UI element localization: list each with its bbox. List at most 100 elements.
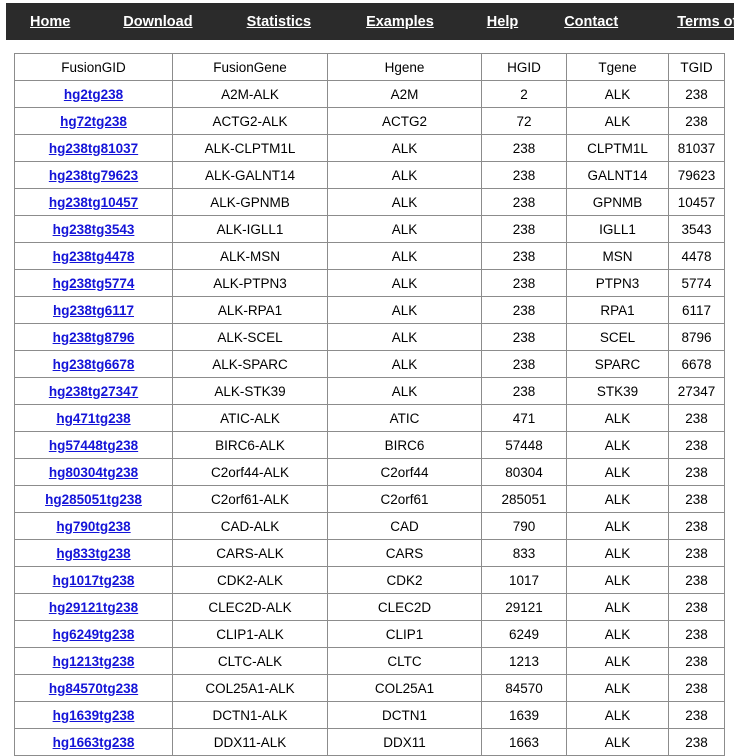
cell-tgid: 238 (668, 458, 725, 486)
cell-fusiongene: ALK-RPA1 (172, 296, 328, 324)
cell-hgene: ALK (327, 377, 482, 405)
cell-fusiongene: ATIC-ALK (172, 404, 328, 432)
fusiongid-link[interactable]: hg1639tg238 (53, 708, 135, 723)
cell-hgid: 29121 (481, 593, 567, 621)
nav-link-terms-of-use[interactable]: Terms of Use (677, 14, 736, 30)
cell-tgid: 238 (668, 512, 725, 540)
cell-fusiongene: ALK-MSN (172, 242, 328, 270)
fusiongid-link[interactable]: hg238tg27347 (49, 384, 138, 399)
nav-link-examples[interactable]: Examples (366, 14, 434, 30)
fusiongid-link[interactable]: hg29121tg238 (49, 600, 138, 615)
nav-link-contact[interactable]: Contact (564, 14, 618, 30)
cell-fusiongid: hg1213tg238 (14, 647, 173, 675)
cell-fusiongene: ALK-STK39 (172, 377, 328, 405)
table-row: hg238tg81037 ALK-CLPTM1L ALK 238 CLPTM1L 8103… (14, 134, 725, 162)
fusiongid-link[interactable]: hg238tg5774 (53, 276, 135, 291)
cell-tgene: ALK (566, 701, 669, 729)
fusiongid-link[interactable]: hg57448tg238 (49, 438, 138, 453)
cell-fusiongid: hg833tg238 (14, 539, 173, 567)
cell-tgene: ALK (566, 647, 669, 675)
cell-tgene: IGLL1 (566, 215, 669, 243)
fusiongid-link[interactable]: hg833tg238 (56, 546, 130, 561)
nav-link-download[interactable]: Download (123, 14, 192, 30)
cell-fusiongid: hg29121tg238 (14, 593, 173, 621)
cell-fusiongid: hg238tg81037 (14, 134, 173, 162)
cell-tgene: ALK (566, 458, 669, 486)
cell-fusiongene: C2orf61-ALK (172, 485, 328, 513)
fusiongid-link[interactable]: hg238tg79623 (49, 168, 138, 183)
table-row: hg238tg6117 ALK-RPA1 ALK 238 RPA1 6117 (14, 296, 725, 324)
cell-tgene: ALK (566, 674, 669, 702)
fusiongid-link[interactable]: hg285051tg238 (45, 492, 142, 507)
fusiongid-link[interactable]: hg1663tg238 (53, 735, 135, 750)
cell-hgene: ALK (327, 215, 482, 243)
fusiongid-link[interactable]: hg790tg238 (56, 519, 130, 534)
nav-link-statistics[interactable]: Statistics (247, 14, 311, 30)
table-row: hg57448tg238 BIRC6-ALK BIRC6 57448 ALK 238 (14, 431, 725, 459)
table-body: hg2tg238 A2M-ALK A2M 2 ALK 238 hg72tg238 ACTG2-… (14, 80, 725, 756)
cell-hgid: 238 (481, 296, 567, 324)
cell-hgene: C2orf44 (327, 458, 482, 486)
cell-hgid: 1639 (481, 701, 567, 729)
cell-hgene: CAD (327, 512, 482, 540)
cell-hgid: 1213 (481, 647, 567, 675)
cell-hgid: 1663 (481, 728, 567, 756)
fusiongid-link[interactable]: hg2tg238 (64, 87, 123, 102)
cell-tgid: 238 (668, 539, 725, 567)
column-header-fusiongene[interactable]: FusionGene (172, 53, 328, 81)
cell-tgid: 238 (668, 404, 725, 432)
cell-tgid: 27347 (668, 377, 725, 405)
column-header-tgene[interactable]: Tgene (566, 53, 669, 81)
fusiongid-link[interactable]: hg1017tg238 (53, 573, 135, 588)
fusiongid-link[interactable]: hg72tg238 (60, 114, 127, 129)
table-row: hg238tg10457 ALK-GPNMB ALK 238 GPNMB 10457 (14, 188, 725, 216)
table-row: hg238tg6678 ALK-SPARC ALK 238 SPARC 6678 (14, 350, 725, 378)
cell-tgene: CLPTM1L (566, 134, 669, 162)
cell-fusiongene: CLIP1-ALK (172, 620, 328, 648)
fusiongid-link[interactable]: hg84570tg238 (49, 681, 138, 696)
cell-hgene: ALK (327, 350, 482, 378)
fusiongid-link[interactable]: hg238tg8796 (53, 330, 135, 345)
cell-fusiongene: CLEC2D-ALK (172, 593, 328, 621)
cell-tgene: ALK (566, 485, 669, 513)
fusiongid-link[interactable]: hg471tg238 (56, 411, 130, 426)
cell-hgene: ATIC (327, 404, 482, 432)
cell-hgid: 72 (481, 107, 567, 135)
fusiongid-link[interactable]: hg238tg3543 (53, 222, 135, 237)
cell-hgene: ALK (327, 296, 482, 324)
cell-fusiongene: ALK-PTPN3 (172, 269, 328, 297)
cell-fusiongid: hg238tg3543 (14, 215, 173, 243)
fusiongid-link[interactable]: hg238tg4478 (53, 249, 135, 264)
nav-link-help[interactable]: Help (487, 14, 518, 30)
column-header-fusiongid[interactable]: FusionGID (14, 53, 173, 81)
cell-fusiongene: CLTC-ALK (172, 647, 328, 675)
column-header-hgene[interactable]: Hgene (327, 53, 482, 81)
cell-fusiongene: DDX11-ALK (172, 728, 328, 756)
cell-tgid: 79623 (668, 161, 725, 189)
cell-tgene: PTPN3 (566, 269, 669, 297)
cell-fusiongene: ALK-IGLL1 (172, 215, 328, 243)
column-header-tgid[interactable]: TGID (668, 53, 725, 81)
fusiongid-link[interactable]: hg238tg10457 (49, 195, 138, 210)
table-header-row: FusionGID FusionGene Hgene HGID Tgene TG… (14, 53, 725, 81)
cell-tgid: 4478 (668, 242, 725, 270)
fusiongid-link[interactable]: hg6249tg238 (53, 627, 135, 642)
fusiongid-link[interactable]: hg80304tg238 (49, 465, 138, 480)
cell-tgid: 6678 (668, 350, 725, 378)
column-header-hgid[interactable]: HGID (481, 53, 567, 81)
cell-fusiongid: hg84570tg238 (14, 674, 173, 702)
fusiongid-link[interactable]: hg1213tg238 (53, 654, 135, 669)
nav-link-home[interactable]: Home (30, 14, 70, 30)
cell-fusiongene: ALK-GALNT14 (172, 161, 328, 189)
table-row: hg238tg8796 ALK-SCEL ALK 238 SCEL 8796 (14, 323, 725, 351)
cell-fusiongid: hg1017tg238 (14, 566, 173, 594)
table-row: hg6249tg238 CLIP1-ALK CLIP1 6249 ALK 238 (14, 620, 725, 648)
fusiongid-link[interactable]: hg238tg6678 (53, 357, 135, 372)
cell-hgid: 238 (481, 350, 567, 378)
fusiongid-link[interactable]: hg238tg6117 (53, 303, 134, 318)
cell-hgene: CARS (327, 539, 482, 567)
fusiongid-link[interactable]: hg238tg81037 (49, 141, 138, 156)
cell-tgene: ALK (566, 728, 669, 756)
cell-fusiongene: COL25A1-ALK (172, 674, 328, 702)
cell-tgid: 238 (668, 80, 725, 108)
